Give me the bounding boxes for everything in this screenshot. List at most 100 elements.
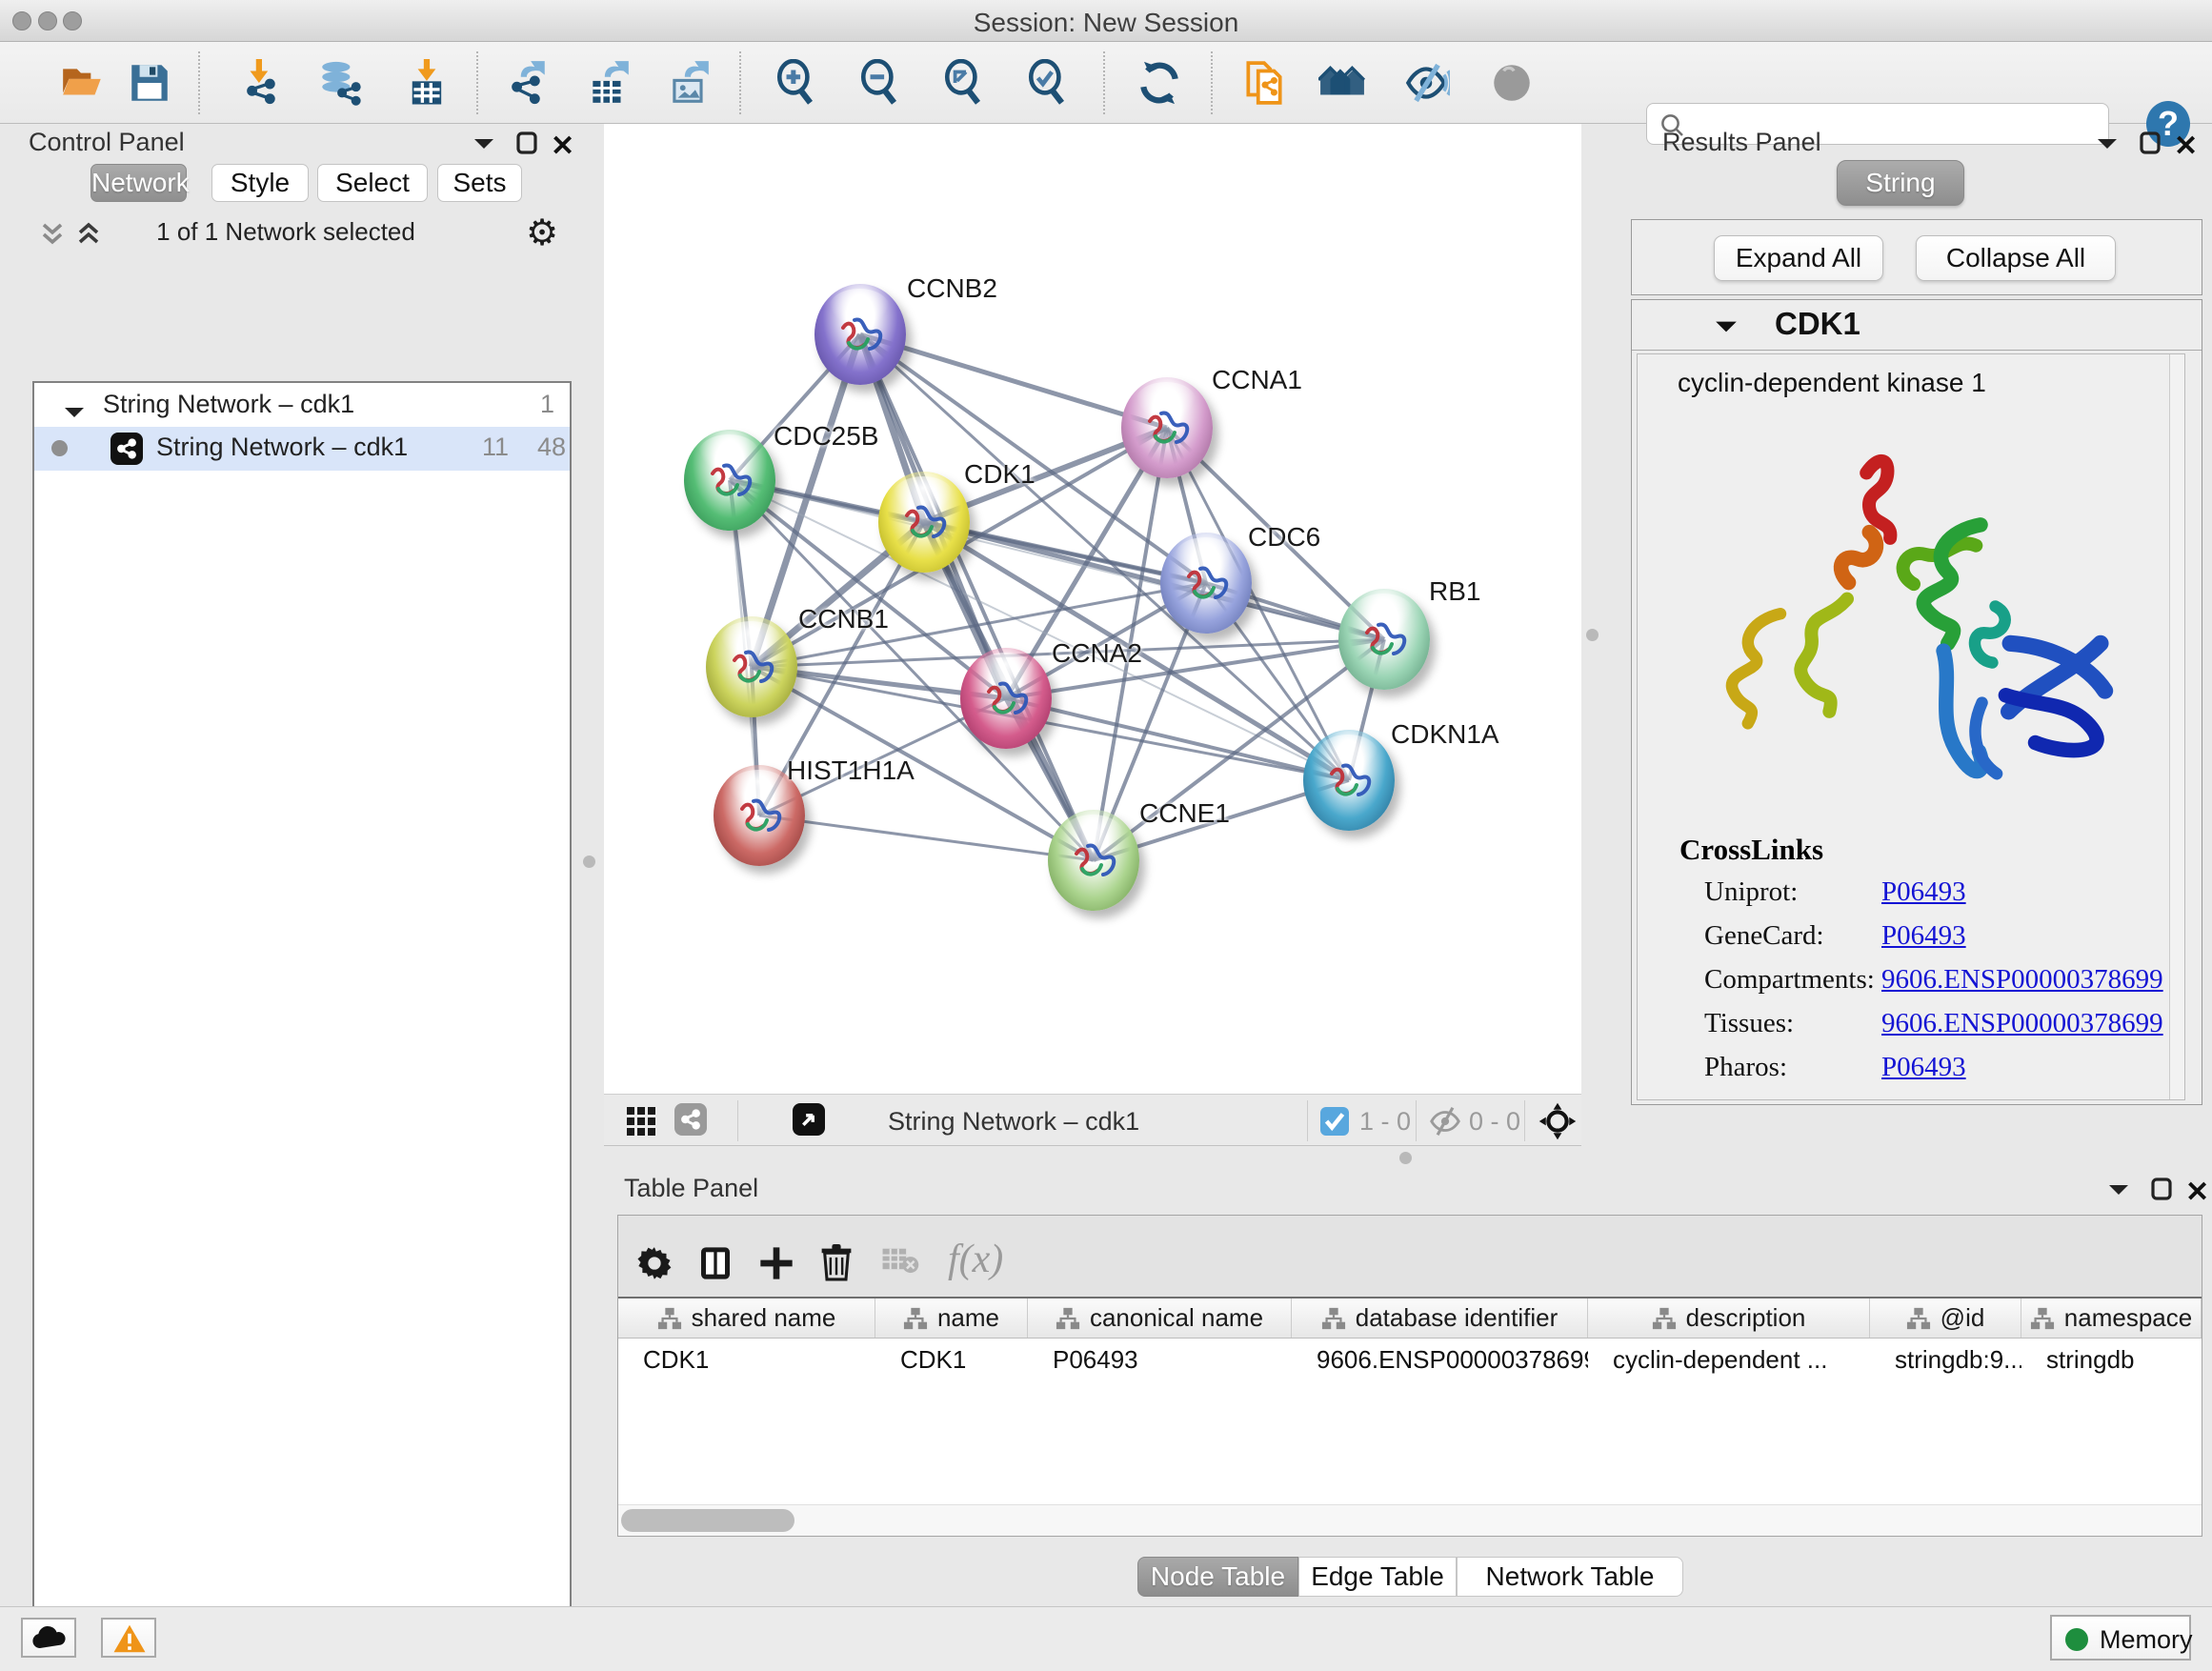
tab-network-table[interactable]: Network Table (1457, 1557, 1683, 1597)
collapse-collection-icon[interactable] (63, 398, 86, 428)
export-network-icon[interactable] (503, 59, 551, 107)
float-panel-icon[interactable] (473, 135, 495, 157)
tab-edge-table[interactable]: Edge Table (1298, 1557, 1457, 1597)
zoom-out-icon[interactable] (857, 59, 905, 107)
crosslink-link[interactable]: 9606.ENSP00000378699 (1881, 964, 2163, 996)
network-view-icon[interactable] (674, 1103, 707, 1136)
right-splitter-grip[interactable] (1586, 629, 1599, 641)
close-panel-icon[interactable]: ✕ (551, 130, 574, 163)
save-session-icon[interactable] (126, 59, 173, 107)
collapse-all-tree-icon[interactable] (38, 221, 67, 252)
memory-status-dot (2065, 1628, 2088, 1651)
expand-all-tree-icon[interactable] (74, 219, 103, 251)
network-node-CDKN1A[interactable] (1303, 730, 1395, 831)
tab-node-table[interactable]: Node Table (1137, 1557, 1298, 1597)
import-network-from-database-icon[interactable] (316, 59, 364, 107)
column-header-shared-name[interactable]: shared name (618, 1299, 875, 1338)
table-cell[interactable]: cyclin-dependent ... (1588, 1339, 1870, 1380)
node-label-CCNB2: CCNB2 (907, 273, 997, 304)
network-row-selected[interactable]: String Network – cdk1 11 48 (34, 427, 570, 471)
column-header-namespace[interactable]: namespace (2021, 1299, 2202, 1338)
network-node-CDC6[interactable] (1160, 533, 1252, 634)
network-list: String Network – cdk1 1 String Network –… (32, 381, 572, 1671)
grid-view-icon[interactable] (625, 1105, 657, 1142)
selected-nodes-checkbox[interactable] (1320, 1107, 1349, 1136)
table-cell[interactable]: P06493 (1028, 1339, 1292, 1380)
network-node-CDK1[interactable] (878, 472, 970, 573)
protein-structure-image (1690, 421, 2138, 821)
tab-style[interactable]: Style (211, 164, 309, 202)
undock-panel-icon[interactable] (516, 131, 537, 159)
column-header-canonical-name[interactable]: canonical name (1028, 1299, 1292, 1338)
column-header-description[interactable]: description (1588, 1299, 1870, 1338)
hidden-eye-icon[interactable] (1427, 1106, 1463, 1141)
open-session-icon[interactable] (59, 59, 107, 107)
tab-network[interactable]: Network (90, 164, 187, 202)
table-cell[interactable]: stringdb (2021, 1339, 2202, 1380)
detach-view-icon[interactable] (793, 1103, 825, 1136)
tab-sets[interactable]: Sets (437, 164, 522, 202)
collapse-all-button[interactable]: Collapse All (1916, 235, 2116, 281)
network-node-CCNB1[interactable] (706, 616, 797, 717)
refresh-icon[interactable] (1136, 59, 1183, 107)
table-header-row: shared namenamecanonical namedatabase id… (618, 1297, 2202, 1339)
left-splitter-grip[interactable] (583, 856, 595, 868)
collapse-gene-icon[interactable] (1714, 317, 1739, 341)
cloud-button[interactable] (21, 1618, 76, 1658)
crosslink-link[interactable]: P06493 (1881, 920, 1966, 952)
table-row[interactable]: CDK1CDK1P064939606.ENSP00000378699cyclin… (618, 1339, 2202, 1380)
crosslink-link[interactable]: 9606.ENSP00000378699 (1881, 1008, 2163, 1039)
table-cell[interactable]: CDK1 (618, 1339, 875, 1380)
toolbar-separator (1103, 51, 1105, 114)
horizontal-splitter-grip[interactable] (1399, 1152, 1412, 1164)
float-panel-icon[interactable] (2096, 135, 2119, 157)
table-cell[interactable]: CDK1 (875, 1339, 1028, 1380)
expand-all-button[interactable]: Expand All (1714, 235, 1883, 281)
column-header-name[interactable]: name (875, 1299, 1028, 1338)
import-table-icon[interactable] (404, 59, 452, 107)
clone-network-icon[interactable] (1240, 59, 1288, 107)
zoom-fit-icon[interactable] (941, 59, 989, 107)
table-hscrollbar-thumb[interactable] (621, 1509, 794, 1532)
float-panel-icon[interactable] (2107, 1181, 2130, 1203)
zoom-in-icon[interactable] (774, 59, 821, 107)
close-panel-icon[interactable]: ✕ (2185, 1176, 2209, 1209)
network-options-gear-icon[interactable]: ⚙ (526, 211, 558, 253)
crosslink-link[interactable]: P06493 (1881, 876, 1966, 908)
network-collection-row[interactable]: String Network – cdk1 1 (34, 387, 570, 427)
undock-panel-icon[interactable] (2140, 131, 2161, 159)
network-node-RB1[interactable] (1338, 589, 1430, 690)
export-image-icon[interactable] (665, 59, 713, 107)
network-node-CDC25B[interactable] (684, 430, 775, 531)
undock-panel-icon[interactable] (2151, 1178, 2172, 1205)
import-network-icon[interactable] (238, 59, 286, 107)
birdseye-view-icon[interactable] (1538, 1101, 1578, 1146)
table-cell[interactable]: 9606.ENSP00000378699 (1292, 1339, 1588, 1380)
export-table-icon[interactable] (585, 59, 633, 107)
network-node-CCNB2[interactable] (814, 284, 906, 385)
delete-column-icon[interactable] (818, 1244, 855, 1287)
memory-button[interactable]: Memory (2050, 1615, 2191, 1661)
hide-selected-icon[interactable] (1402, 59, 1450, 107)
table-options-gear-icon[interactable] (635, 1244, 674, 1287)
close-panel-icon[interactable]: ✕ (2174, 130, 2198, 163)
crosslink-link[interactable]: P06493 (1881, 1052, 1966, 1083)
tab-string[interactable]: String (1837, 160, 1964, 206)
function-builder-icon[interactable]: f(x) (948, 1237, 1003, 1282)
show-columns-icon[interactable] (696, 1244, 734, 1287)
zoom-selected-icon[interactable] (1025, 59, 1073, 107)
table-cell[interactable]: stringdb:9... (1870, 1339, 2021, 1380)
network-node-CCNA2[interactable] (960, 648, 1052, 749)
results-scrollbar[interactable] (2169, 354, 2184, 1099)
column-header-database-identifier[interactable]: database identifier (1292, 1299, 1588, 1338)
table-hscrollbar[interactable] (618, 1504, 2202, 1536)
string-home-icon[interactable] (1318, 59, 1366, 107)
column-header-@id[interactable]: @id (1870, 1299, 2021, 1338)
warning-button[interactable] (101, 1618, 156, 1658)
tab-select[interactable]: Select (317, 164, 428, 202)
network-node-CCNE1[interactable] (1048, 810, 1139, 911)
network-view-toolbar: String Network – cdk1 1 - 0 0 - 0 (604, 1094, 1581, 1146)
network-canvas[interactable]: CCNB2CCNA1CDC25BCDK1CDC6RB1CCNB1CCNA2CDK… (604, 124, 1581, 1094)
network-node-CCNA1[interactable] (1121, 377, 1213, 478)
add-column-icon[interactable] (757, 1244, 795, 1287)
